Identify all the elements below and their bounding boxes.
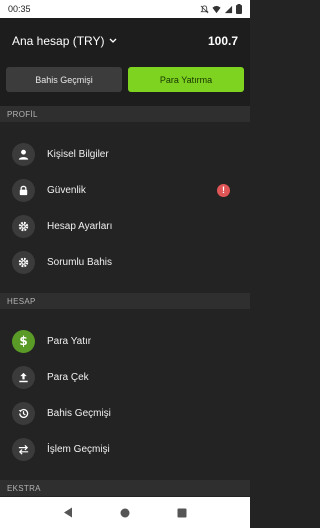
account-name: Ana hesap (TRY) xyxy=(12,34,105,48)
menu-item-responsible-gaming[interactable]: Sorumlu Bahis xyxy=(0,244,250,280)
menu-item-bet-history[interactable]: Bahis Geçmişi xyxy=(0,395,250,431)
menu-item-label: Sorumlu Bahis xyxy=(47,256,113,268)
section-header-profile: PROFİL xyxy=(0,106,250,122)
upload-icon xyxy=(12,365,35,389)
lock-icon xyxy=(12,178,35,202)
account-header: Ana hesap (TRY) 100.7 xyxy=(0,18,250,64)
bell-off-icon xyxy=(200,4,209,13)
battery-icon xyxy=(236,4,242,14)
system-nav-bar xyxy=(0,497,250,528)
signal-icon xyxy=(224,5,233,13)
wifi-icon xyxy=(212,5,221,13)
menu-item-label: Hesap Ayarları xyxy=(47,220,113,232)
menu-item-withdraw[interactable]: Para Çek xyxy=(0,359,250,395)
account-balance: 100.7 xyxy=(207,34,238,48)
back-icon[interactable] xyxy=(63,507,73,518)
recents-icon[interactable] xyxy=(177,508,187,518)
status-bar: 00:35 xyxy=(0,0,250,18)
account-selector[interactable]: Ana hesap (TRY) xyxy=(12,34,208,48)
chevron-down-icon xyxy=(109,38,116,43)
menu-item-personal-info[interactable]: Kişisel Bilgiler xyxy=(0,136,250,172)
menu-item-label: Para Yatır xyxy=(47,335,92,347)
action-row: Bahis Geçmişi Para Yatırma xyxy=(0,64,250,106)
menu-item-security[interactable]: Güvenlik ! xyxy=(0,172,250,208)
dollar-icon: $ xyxy=(12,329,35,353)
deposit-button[interactable]: Para Yatırma xyxy=(128,67,244,92)
menu-item-account-settings[interactable]: Hesap Ayarları xyxy=(0,208,250,244)
menu-item-transaction-history[interactable]: İşlem Geçmişi xyxy=(0,431,250,467)
bet-history-button[interactable]: Bahis Geçmişi xyxy=(6,67,122,92)
person-icon xyxy=(12,142,35,166)
menu-item-deposit[interactable]: $ Para Yatır xyxy=(0,323,250,359)
menu-item-label: Kişisel Bilgiler xyxy=(47,148,109,160)
transfer-icon xyxy=(12,437,35,461)
gear-icon xyxy=(12,250,35,274)
alert-icon: ! xyxy=(217,183,230,197)
menu-item-label: Güvenlik xyxy=(47,184,86,196)
menu-item-label: Bahis Geçmişi xyxy=(47,407,111,419)
section-header-account: HESAP xyxy=(0,293,250,309)
history-icon xyxy=(12,401,35,425)
menu-item-label: Para Çek xyxy=(47,371,89,383)
status-time: 00:35 xyxy=(8,4,31,14)
status-icons xyxy=(200,4,242,14)
gear-icon xyxy=(12,214,35,238)
section-header-extra: EKSTRA xyxy=(0,480,250,496)
menu-item-label: İşlem Geçmişi xyxy=(47,443,110,455)
home-icon[interactable] xyxy=(120,508,130,518)
